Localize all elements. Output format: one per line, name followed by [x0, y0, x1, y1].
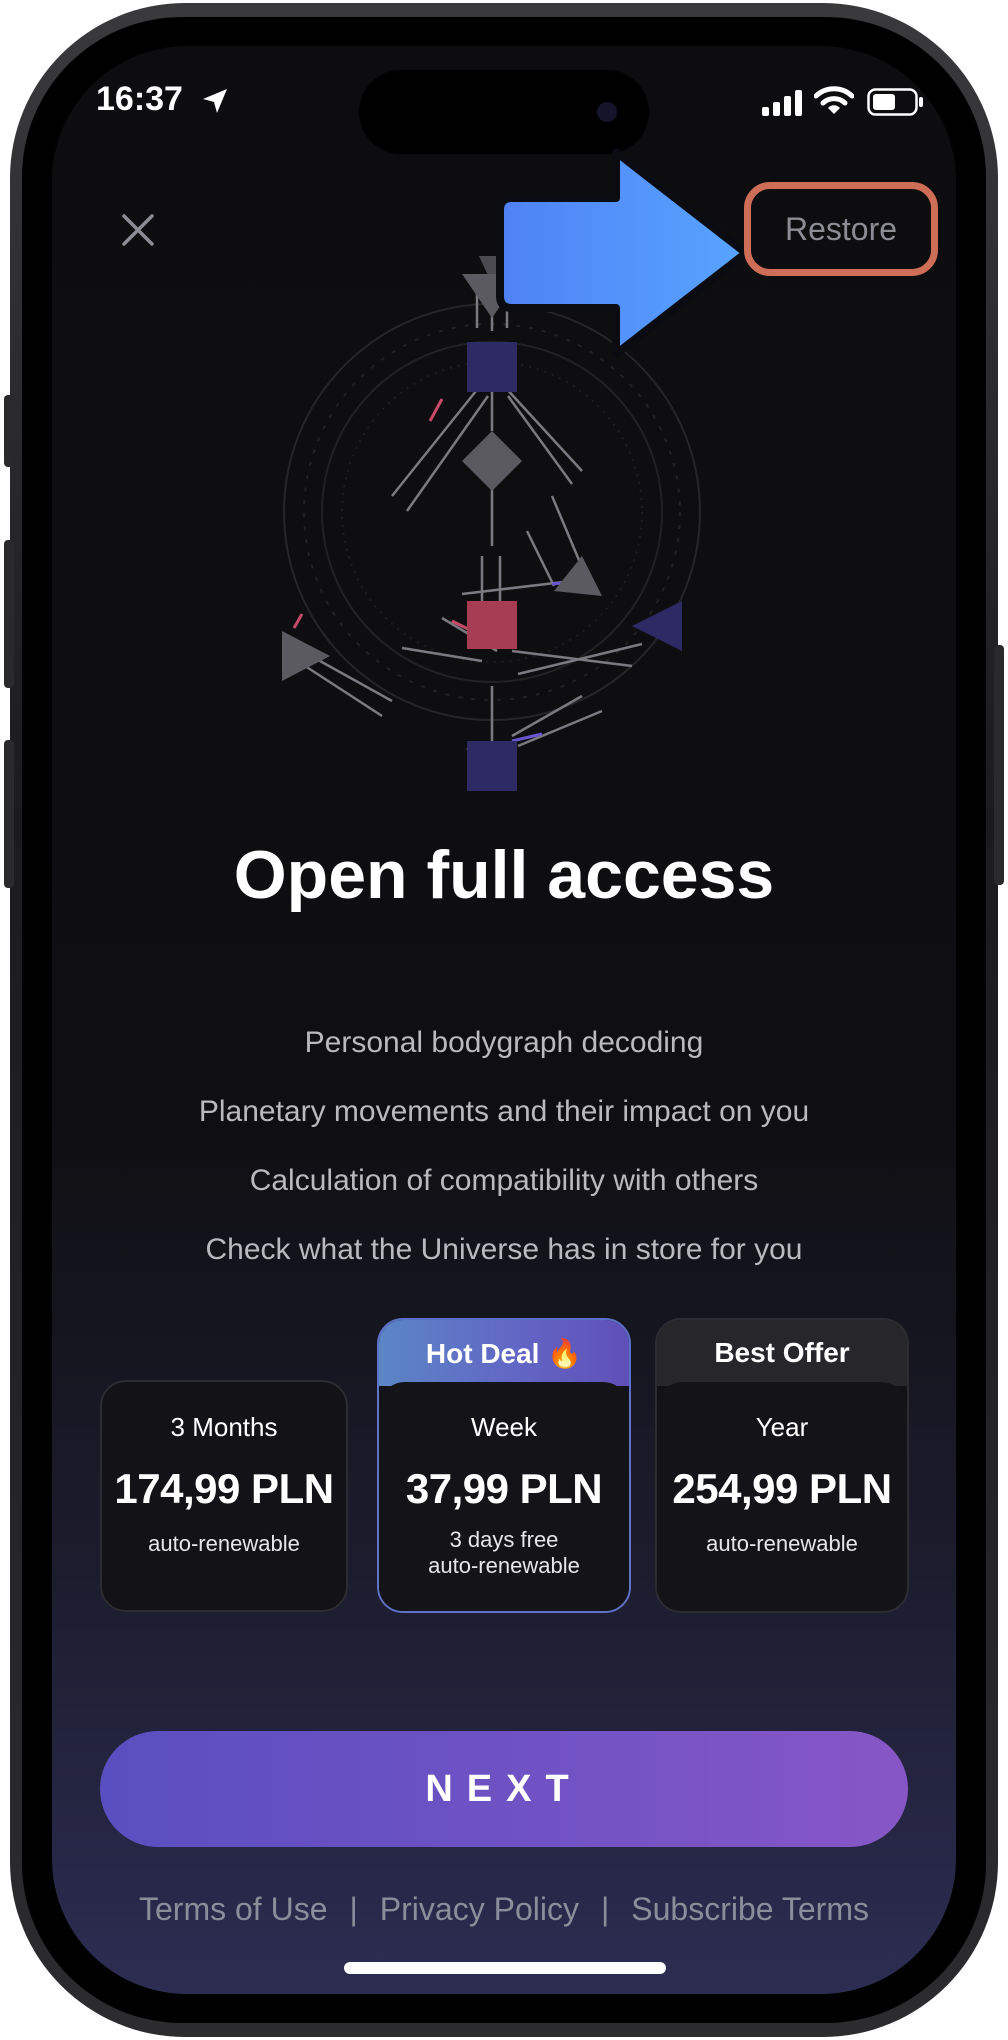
next-button[interactable]: NEXT — [100, 1731, 908, 1847]
location-arrow-icon — [203, 89, 227, 113]
plan-badge-best-offer: Best Offer — [657, 1320, 907, 1386]
plan-badge-hot-deal: Hot Deal 🔥 — [379, 1320, 629, 1386]
screen: 16:37 Restore Open full access Personal … — [52, 46, 956, 1994]
plan-price: 174,99 PLN — [114, 1465, 334, 1512]
plan-price: 37,99 PLN — [405, 1465, 603, 1512]
subscribe-terms-link[interactable]: Subscribe Terms — [631, 1891, 869, 1928]
feature-item: Planetary movements and their impact on … — [198, 1095, 810, 1128]
plan-price: 254,99 PLN — [672, 1465, 892, 1512]
plan-card-year[interactable]: Best Offer Year 254,99 PLN auto-renewabl… — [655, 1318, 909, 1613]
signal-icon — [762, 90, 802, 116]
feature-item: Calculation of compatibility with others — [249, 1164, 759, 1197]
privacy-policy-link[interactable]: Privacy Policy — [380, 1891, 579, 1928]
plan-card-3-months[interactable]: 3 Months 174,99 PLN auto-renewable — [100, 1380, 348, 1612]
arrow-right-annotation-icon — [496, 148, 750, 358]
close-icon[interactable] — [110, 202, 166, 258]
camera-dot — [597, 102, 617, 122]
plan-body: 3 Months 174,99 PLN auto-renewable — [102, 1382, 346, 1610]
plan-renew-note: auto-renewable — [428, 1553, 580, 1578]
page-title: Open full access — [233, 837, 775, 913]
plan-name: Week — [471, 1412, 537, 1442]
silent-switch — [4, 395, 14, 467]
plan-name: 3 Months — [170, 1412, 278, 1442]
volume-up-button — [4, 540, 14, 688]
battery-icon — [867, 88, 923, 116]
volume-down-button — [4, 740, 14, 888]
restore-button[interactable]: Restore — [744, 182, 938, 276]
footer-separator: | — [349, 1890, 358, 1927]
plan-note: auto-renewable — [706, 1531, 858, 1556]
plan-note: 3 days free auto-renewable — [379, 1527, 629, 1579]
plan-trial-note: 3 days free — [449, 1527, 559, 1552]
plan-name: Year — [755, 1412, 809, 1442]
wifi-icon — [814, 86, 854, 114]
plan-note: auto-renewable — [148, 1531, 300, 1556]
footer-links: Terms of Use | Privacy Policy | Subscrib… — [52, 1886, 956, 1932]
feature-item: Personal bodygraph decoding — [304, 1026, 704, 1059]
plan-card-week[interactable]: Hot Deal 🔥 Week 37,99 PLN 3 days free au… — [377, 1318, 631, 1613]
terms-of-use-link[interactable]: Terms of Use — [139, 1891, 327, 1928]
status-time: 16:37 — [96, 80, 183, 118]
power-button — [994, 645, 1004, 885]
home-indicator[interactable] — [344, 1962, 666, 1974]
footer-separator: | — [600, 1890, 610, 1927]
plan-body: Week 37,99 PLN 3 days free auto-renewabl… — [379, 1382, 629, 1611]
feature-list: Personal bodygraph decoding Planetary mo… — [52, 1008, 956, 1284]
feature-item: Check what the Universe has in store for… — [205, 1233, 803, 1266]
plan-body: Year 254,99 PLN auto-renewable — [657, 1382, 907, 1611]
